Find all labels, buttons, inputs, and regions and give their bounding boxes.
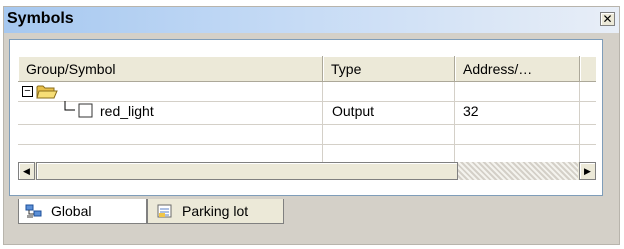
grid-divider (18, 124, 596, 125)
table-row[interactable]: red_light Output 32 (18, 101, 596, 124)
column-header-group-symbol[interactable]: Group/Symbol (18, 56, 323, 82)
tab-global[interactable]: Global (18, 199, 147, 224)
horizontal-scrollbar[interactable]: ◀ ▶ (18, 162, 596, 180)
table-page-icon (157, 204, 172, 218)
symbol-name: red_light (100, 103, 154, 119)
table-header: Group/Symbol Type Address/… (18, 56, 596, 82)
tree-connector-icon (64, 101, 75, 111)
global-network-icon (25, 204, 42, 218)
column-header-filler (580, 56, 596, 82)
symbol-box-icon (78, 103, 93, 118)
scroll-left-button[interactable]: ◀ (18, 162, 35, 180)
cell-address: 32 (463, 103, 479, 119)
scroll-right-button[interactable]: ▶ (579, 162, 596, 180)
scrollbar-thumb[interactable] (36, 162, 458, 180)
close-button[interactable]: ✕ (600, 12, 615, 26)
tab-global-label: Global (51, 203, 92, 219)
tab-parking-lot-label: Parking lot (182, 203, 249, 219)
collapse-toggle[interactable]: − (22, 86, 33, 97)
title-bar[interactable]: Symbols ✕ (4, 7, 619, 33)
symbol-table: − red_light Output 32 (18, 82, 596, 162)
tab-parking-lot[interactable]: Parking lot (147, 199, 284, 224)
column-header-address[interactable]: Address/… (455, 56, 580, 82)
scrollbar-track[interactable] (458, 162, 578, 180)
table-row[interactable]: − (18, 82, 596, 101)
folder-open-icon (36, 85, 58, 99)
grid-divider (18, 144, 596, 145)
cell-type: Output (332, 103, 375, 119)
window-title: Symbols (7, 10, 74, 27)
column-header-type[interactable]: Type (323, 56, 455, 82)
